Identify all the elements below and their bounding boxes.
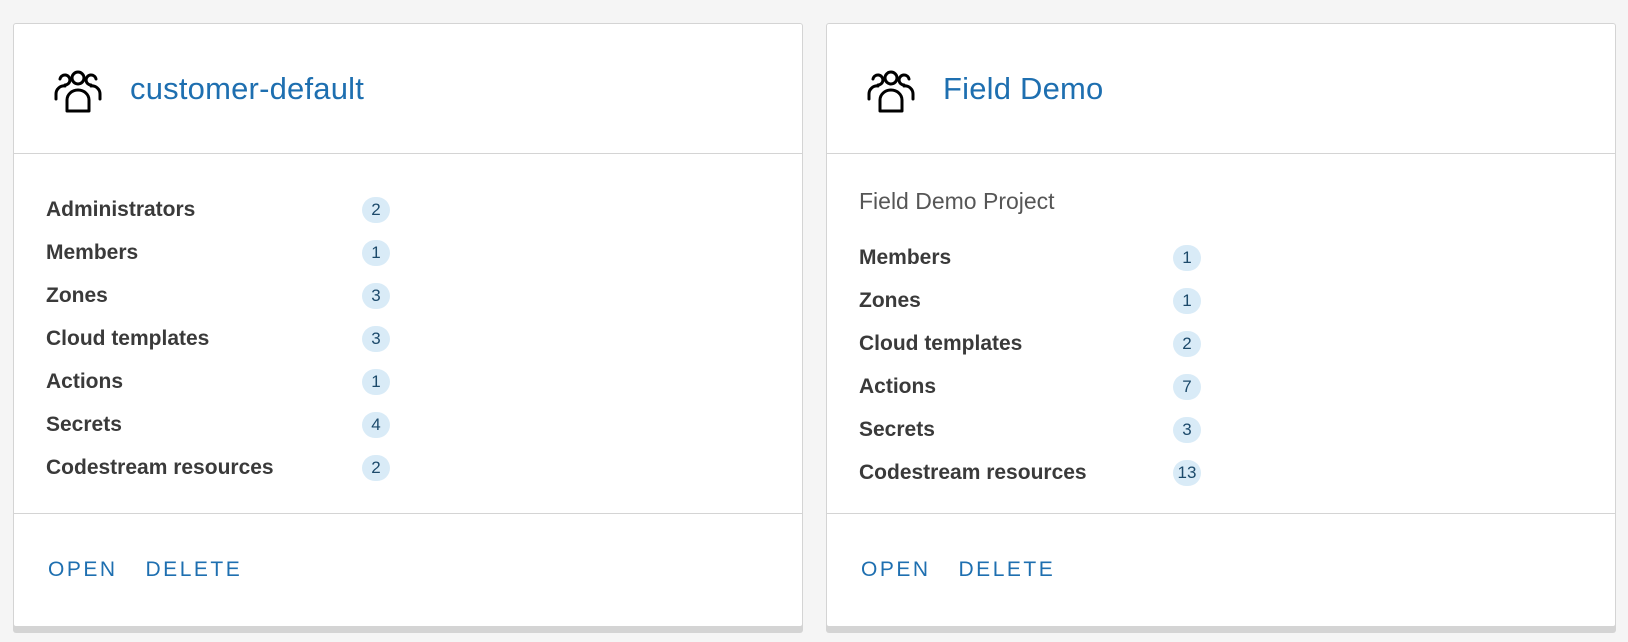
card-footer: OPEN DELETE <box>827 514 1615 626</box>
stat-label: Secrets <box>859 417 935 441</box>
count-badge: 3 <box>362 282 390 309</box>
delete-button[interactable]: DELETE <box>146 558 243 582</box>
stat-label: Members <box>859 245 952 269</box>
card-body: Field Demo Project Members 1 Zones 1 Clo… <box>827 154 1615 514</box>
stat-row-secrets: Secrets 3 <box>859 408 1615 451</box>
open-button[interactable]: OPEN <box>861 558 931 582</box>
count-badge: 2 <box>362 196 390 223</box>
count-badge: 2 <box>1173 330 1201 357</box>
count-badge: 2 <box>362 454 390 481</box>
project-title[interactable]: customer-default <box>130 71 364 107</box>
stat-row-codestream-resources: Codestream resources 13 <box>859 451 1615 494</box>
stat-row-zones: Zones 1 <box>859 279 1615 322</box>
stat-label: Zones <box>46 283 108 307</box>
stat-row-codestream-resources: Codestream resources 2 <box>46 446 802 489</box>
project-cards: customer-default Administrators 2 Member… <box>0 0 1628 642</box>
stat-label: Cloud templates <box>859 331 1023 355</box>
stat-label: Actions <box>859 374 937 398</box>
stat-row-cloud-templates: Cloud templates 2 <box>859 322 1615 365</box>
stat-label: Members <box>46 240 139 264</box>
stat-row-cloud-templates: Cloud templates 3 <box>46 317 802 360</box>
stat-label: Cloud templates <box>46 326 210 350</box>
project-title[interactable]: Field Demo <box>943 71 1104 107</box>
stat-row-administrators: Administrators 2 <box>46 188 802 231</box>
stat-label: Administrators <box>46 197 196 221</box>
group-icon <box>50 61 106 117</box>
count-badge: 4 <box>362 411 390 438</box>
count-badge: 1 <box>362 368 390 395</box>
stat-label: Codestream resources <box>859 460 1087 484</box>
count-badge: 1 <box>362 239 390 266</box>
stat-label: Actions <box>46 369 124 393</box>
count-badge: 13 <box>1173 459 1201 486</box>
stat-row-secrets: Secrets 4 <box>46 403 802 446</box>
count-badge: 3 <box>362 325 390 352</box>
stat-label: Codestream resources <box>46 455 274 479</box>
count-badge: 7 <box>1173 373 1201 400</box>
count-badge: 1 <box>1173 287 1201 314</box>
count-badge: 3 <box>1173 416 1201 443</box>
stat-row-zones: Zones 3 <box>46 274 802 317</box>
card-footer: OPEN DELETE <box>14 514 802 626</box>
delete-button[interactable]: DELETE <box>959 558 1056 582</box>
project-card: customer-default Administrators 2 Member… <box>13 23 803 627</box>
stat-row-members: Members 1 <box>859 236 1615 279</box>
stat-row-actions: Actions 7 <box>859 365 1615 408</box>
group-icon <box>863 61 919 117</box>
stat-row-actions: Actions 1 <box>46 360 802 403</box>
project-card: Field Demo Field Demo Project Members 1 … <box>826 23 1616 627</box>
card-header: customer-default <box>14 24 802 154</box>
project-description: Field Demo Project <box>859 188 1055 214</box>
card-body: Administrators 2 Members 1 Zones 3 Cloud… <box>14 154 802 514</box>
count-badge: 1 <box>1173 244 1201 271</box>
stat-label: Secrets <box>46 412 122 436</box>
card-header: Field Demo <box>827 24 1615 154</box>
stat-row-members: Members 1 <box>46 231 802 274</box>
open-button[interactable]: OPEN <box>48 558 118 582</box>
stat-label: Zones <box>859 288 921 312</box>
